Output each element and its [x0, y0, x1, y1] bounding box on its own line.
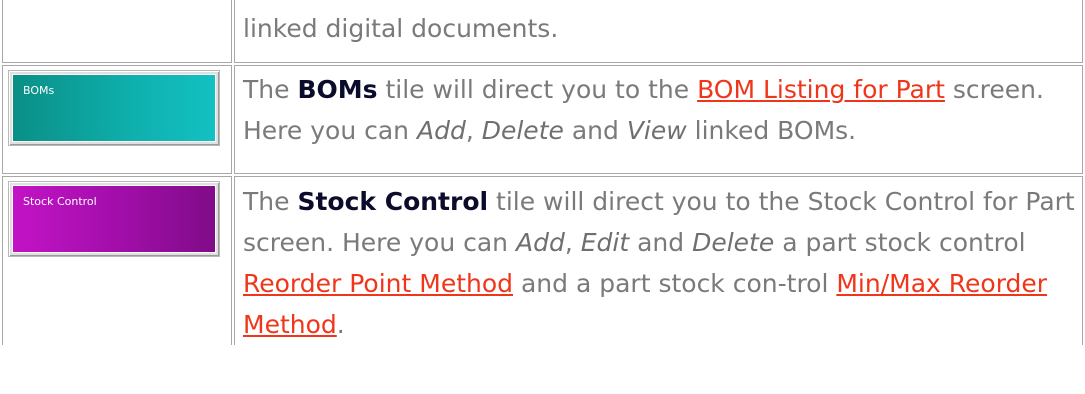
stock-control-tile: Stock Control: [12, 185, 216, 253]
bom-listing-for-part-link[interactable]: BOM Listing for Part: [697, 75, 945, 104]
text-segment: and: [629, 228, 693, 257]
italic-add: Add: [515, 228, 565, 257]
text-segment: ,: [465, 116, 482, 145]
boms-tile-label: BOMs: [23, 84, 55, 97]
reorder-point-method-link[interactable]: Reorder Point Method: [243, 269, 513, 298]
text-segment: The: [243, 187, 298, 216]
italic-delete: Delete: [692, 228, 775, 257]
stock-control-tile-frame: Stock Control: [8, 181, 220, 257]
boms-tile: BOMs: [12, 74, 216, 142]
text-segment: The: [243, 75, 298, 104]
text-segment: ,: [564, 228, 581, 257]
table-row: linked digital documents.: [2, 0, 1083, 63]
tiles-description-table: linked digital documents. BOMs The BOMs …: [0, 0, 1085, 347]
description-cell-stock-control: The Stock Control tile will direct you t…: [234, 176, 1083, 345]
text-segment: tile will direct you to the: [377, 75, 698, 104]
italic-edit: Edit: [580, 228, 630, 257]
text-segment: .: [336, 310, 345, 339]
boms-bold-term: BOMs: [297, 75, 378, 104]
text-segment: linked BOMs.: [686, 116, 857, 145]
stock-control-bold-term: Stock Control: [297, 187, 489, 216]
text-segment: and a part stock con-trol: [513, 269, 837, 298]
tile-cell-empty: [2, 0, 232, 63]
boms-tile-frame: BOMs: [8, 70, 220, 146]
table-row: Stock Control The Stock Control tile wil…: [2, 176, 1083, 345]
italic-view: View: [626, 116, 687, 145]
tile-cell-stock-control: Stock Control: [2, 176, 232, 345]
text-segment: and: [563, 116, 627, 145]
text-segment: a part stock control: [774, 228, 1026, 257]
italic-delete: Delete: [481, 116, 564, 145]
description-text: linked digital documents.: [243, 14, 559, 43]
tile-cell-boms: BOMs: [2, 65, 232, 174]
italic-add: Add: [416, 116, 466, 145]
stock-control-tile-label: Stock Control: [23, 195, 97, 208]
table-row: BOMs The BOMs tile will direct you to th…: [2, 65, 1083, 174]
description-cell-boms: The BOMs tile will direct you to the BOM…: [234, 65, 1083, 174]
description-cell: linked digital documents.: [234, 0, 1083, 63]
